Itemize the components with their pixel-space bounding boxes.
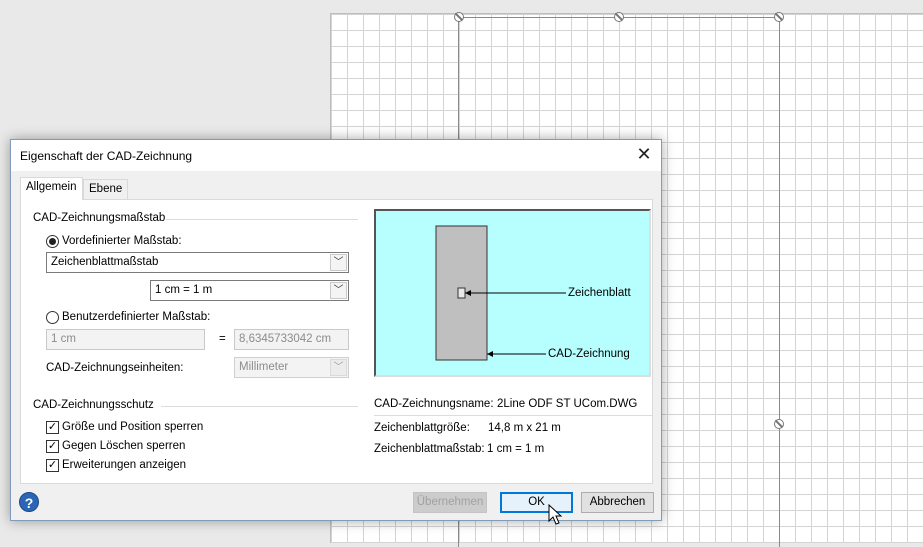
predefined-scale-radio[interactable] [46,235,59,248]
dialog-titlebar: Eigenschaft der CAD-Zeichnung ✕ [11,140,661,171]
custom-scale-radio[interactable] [46,311,59,324]
mouse-cursor-icon [548,504,562,525]
cad-properties-dialog: Eigenschaft der CAD-Zeichnung ✕ Allgemei… [10,139,662,521]
rotation-handle-top-right[interactable] [774,12,784,22]
group-divider [166,219,358,220]
cad-name-label: CAD-Zeichnungsname: [374,398,494,410]
tab-label: Allgemein [26,181,77,193]
lock-size-position-checkbox[interactable]: ✓ [46,421,59,434]
rotation-handle-right-middle[interactable] [774,419,784,429]
protection-group-title: CAD-Zeichnungsschutz [33,399,154,411]
cad-preview: Zeichenblatt CAD-Zeichnung [374,209,651,377]
lock-size-position-label: Größe und Position sperren [62,421,204,433]
group-divider [161,406,358,407]
button-label: Abbrechen [589,496,646,508]
predefined-scale-label: Vordefinierter Maßstab: [62,235,182,247]
preview-page-rect [457,287,466,299]
tab-label: Ebene [89,183,123,195]
custom-scale-label: Benutzerdefinierter Maßstab: [62,311,211,323]
page-scale-label: Zeichenblattmaßstab: [374,443,485,455]
tab-ebene[interactable]: Ebene [83,179,129,199]
chevron-down-icon: ﹀ [330,282,347,299]
button-label: OK [528,496,545,508]
help-icon[interactable]: ? [19,492,39,512]
tab-allgemein[interactable]: Allgemein [20,177,83,200]
show-extensions-label: Erweiterungen anzeigen [62,459,187,471]
tab-panel-allgemein: CAD-Zeichnungsmaßstab Vordefinierter Maß… [20,199,653,484]
select-value: Zeichenblattmaßstab [51,256,159,268]
page-size-value: 14,8 m x 21 m [488,422,561,434]
input-value: 1 cm [51,333,76,345]
drawing-pointer-arrowhead [487,351,493,357]
scale-group-title: CAD-Zeichnungsmaßstab [33,212,166,224]
rotation-handle-top-left[interactable] [454,12,464,22]
select-value: 1 cm = 1 m [155,284,213,296]
dialog-title: Eigenschaft der CAD-Zeichnung [20,149,193,163]
preview-page-label: Zeichenblatt [568,287,631,299]
page-size-label: Zeichenblattgröße: [374,422,470,434]
button-label: Übernehmen [416,496,484,508]
page-scale-value: 1 cm = 1 m [487,443,545,455]
show-extensions-checkbox[interactable]: ✓ [46,459,59,472]
close-icon[interactable]: ✕ [633,144,655,166]
ok-button[interactable]: OK [500,492,573,513]
chevron-down-icon: ﹀ [330,359,347,376]
custom-scale-left-input[interactable]: 1 cm [46,329,205,350]
apply-button[interactable]: Übernehmen [413,492,487,513]
chevron-down-icon: ﹀ [330,254,347,271]
lock-delete-checkbox[interactable]: ✓ [46,440,59,453]
cad-name-value: 2Line ODF ST UCom.DWG [497,398,638,410]
predefined-type-select[interactable]: Zeichenblattmaßstab ﹀ [46,252,349,273]
rotation-handle-top-middle[interactable] [614,12,624,22]
custom-scale-right-input[interactable]: 8,6345733042 cm [234,329,349,350]
cancel-button[interactable]: Abbrechen [581,492,654,513]
select-value: Millimeter [239,361,289,373]
equals-sign: = [219,333,226,345]
preview-drawing-label: CAD-Zeichnung [548,348,630,360]
units-select[interactable]: Millimeter ﹀ [234,357,349,378]
predefined-scale-select[interactable]: 1 cm = 1 m ﹀ [150,280,349,301]
lock-delete-label: Gegen Löschen sperren [62,440,186,452]
units-label: CAD-Zeichnungseinheiten: [46,362,184,374]
info-divider [374,415,652,416]
input-value: 8,6345733042 cm [239,333,332,345]
